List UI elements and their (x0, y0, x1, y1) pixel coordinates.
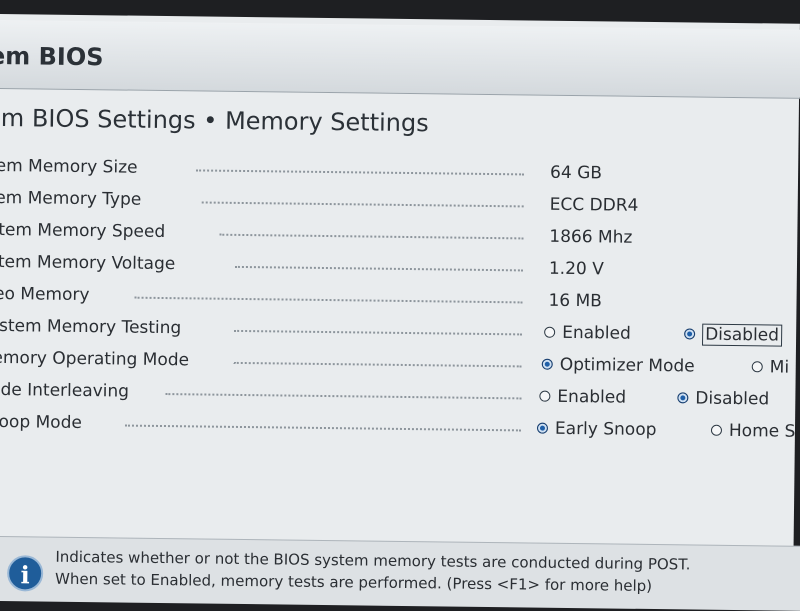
info-icon: i (6, 555, 44, 592)
option-label: Home S (728, 420, 796, 442)
bios-screen: tem BIOS tem BIOS Settings • Memory Sett… (0, 14, 800, 611)
option-label: Enabled (557, 386, 627, 408)
radio-button[interactable] (710, 424, 723, 436)
option-label: Early Snoop (554, 418, 657, 441)
leader-dots (124, 424, 521, 432)
leader-dots (196, 169, 525, 176)
leader-dots (165, 393, 522, 400)
radio-button[interactable] (544, 326, 556, 338)
radio-option-home-snoop[interactable]: Home S (710, 420, 796, 442)
setting-value: 16 MB (548, 290, 603, 312)
app-title: tem BIOS (0, 41, 104, 72)
leader-dots (233, 361, 522, 368)
option-label: Enabled (562, 322, 631, 344)
radio-option-disabled[interactable]: Disabled (684, 323, 783, 347)
settings-list: stem Memory Size 64 GB stem Memory Type … (0, 152, 800, 450)
option-label-focused: Disabled (702, 323, 783, 347)
option-label: Optimizer Mode (559, 354, 695, 377)
setting-label: ideo Memory (0, 283, 90, 306)
setting-label: Node Interleaving (0, 379, 130, 402)
setting-label: ystem Memory Speed (0, 219, 166, 243)
setting-label: Snoop Mode (0, 411, 83, 434)
radio-option-enabled[interactable]: Enabled (539, 387, 626, 408)
radio-option-early-snoop[interactable]: Early Snoop (536, 418, 657, 441)
setting-label: Memory Operating Mode (0, 347, 190, 371)
setting-value: 64 GB (549, 162, 603, 184)
radio-option-enabled[interactable]: Enabled (544, 323, 631, 344)
option-label: Disabled (695, 388, 770, 410)
setting-value: 1866 Mhz (549, 226, 633, 248)
leader-dots (219, 233, 524, 240)
radio-option-optimizer-mode[interactable]: Optimizer Mode (541, 354, 695, 377)
page-title: tem BIOS Settings • Memory Settings (0, 103, 429, 138)
radio-button-selected[interactable] (536, 422, 549, 434)
leader-dots (201, 201, 524, 208)
help-text-line-2: When set to Enabled, memory tests are pe… (54, 569, 653, 596)
radio-button-selected[interactable] (541, 358, 553, 370)
radio-option-mirror-mode[interactable]: Mi (751, 357, 790, 378)
radio-button[interactable] (539, 390, 551, 402)
radio-button[interactable] (751, 360, 763, 372)
setting-value: ECC DDR4 (549, 194, 639, 216)
setting-label: stem Memory Size (0, 155, 138, 178)
radio-button-selected[interactable] (677, 391, 689, 403)
leader-dots (234, 265, 523, 272)
help-text-line-1: Indicates whether or not the BIOS system… (55, 547, 691, 574)
leader-dots (134, 296, 523, 304)
setting-label: ystem Memory Voltage (0, 251, 176, 275)
radio-option-disabled[interactable]: Disabled (677, 388, 769, 409)
option-label: Mi (769, 357, 790, 378)
leader-dots (234, 329, 523, 336)
setting-value: 1.20 V (548, 258, 604, 280)
title-bar: tem BIOS (0, 19, 800, 100)
setting-label: System Memory Testing (0, 315, 182, 339)
radio-button-selected[interactable] (684, 327, 696, 340)
setting-label: stem Memory Type (0, 187, 142, 210)
